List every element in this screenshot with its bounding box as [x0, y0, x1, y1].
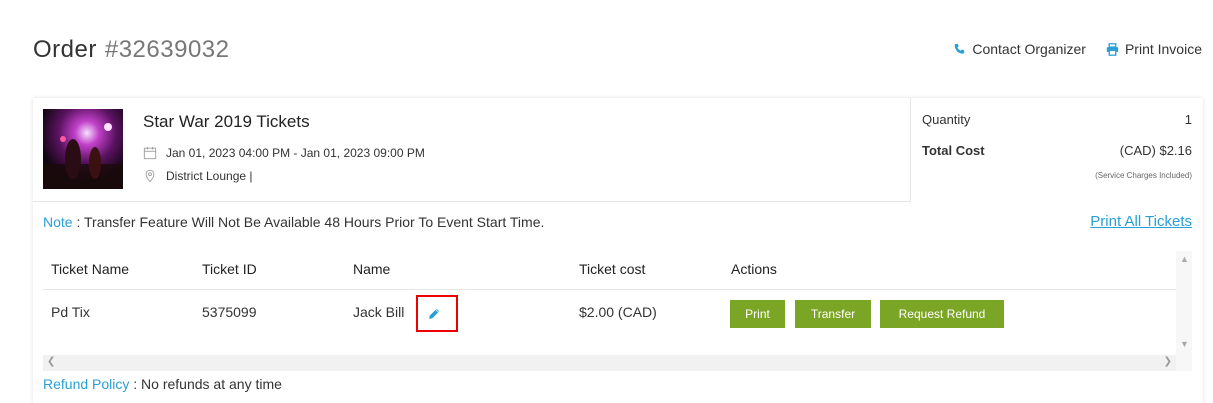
print-invoice-link[interactable]: Print Invoice	[1106, 41, 1202, 57]
calendar-icon	[143, 146, 157, 160]
event-datetime: Jan 01, 2023 04:00 PM - Jan 01, 2023 09:…	[143, 146, 425, 160]
quantity-label: Quantity	[922, 112, 971, 127]
header-actions: Contact Organizer Print Invoice	[953, 41, 1202, 57]
vertical-scrollbar[interactable]: ▲ ▼	[1176, 251, 1192, 371]
table-header: Ticket Name Ticket ID Name Ticket cost A…	[43, 251, 1176, 290]
refund-policy: Refund Policy : No refunds at any time	[43, 376, 282, 392]
quantity-row: Quantity 1	[922, 112, 1192, 127]
order-card: Star War 2019 Tickets Jan 01, 2023 04:00…	[33, 98, 1203, 403]
event-image	[43, 109, 123, 189]
event-title: Star War 2019 Tickets	[143, 112, 310, 131]
total-row: Total Cost (CAD) $2.16	[922, 143, 1192, 158]
column-header: Ticket cost	[579, 261, 646, 277]
column-header: Ticket ID	[202, 261, 257, 277]
note-label: Note	[43, 214, 73, 230]
phone-icon	[954, 43, 965, 54]
note-text: : Transfer Feature Will Not Be Available…	[72, 214, 545, 230]
event-datetime-text: Jan 01, 2023 04:00 PM - Jan 01, 2023 09:…	[166, 146, 425, 160]
refund-policy-text: : No refunds at any time	[129, 376, 282, 392]
ticket-name-cell: Pd Tix	[51, 304, 90, 320]
contact-organizer-link[interactable]: Contact Organizer	[953, 41, 1086, 57]
event-venue-text: District Lounge |	[166, 169, 253, 183]
tickets-table: Ticket Name Ticket ID Name Ticket cost A…	[43, 251, 1192, 371]
column-header: Ticket Name	[51, 261, 130, 277]
print-ticket-button[interactable]: Print	[730, 300, 785, 328]
scroll-right-icon[interactable]: ❯	[1164, 356, 1172, 367]
transfer-ticket-button[interactable]: Transfer	[795, 300, 871, 328]
attendee-name-cell: Jack Bill	[353, 304, 405, 320]
refund-policy-label[interactable]: Refund Policy	[43, 376, 129, 392]
page-title: Order #32639032	[33, 36, 230, 64]
contact-organizer-label: Contact Organizer	[972, 41, 1086, 57]
order-label: Order	[33, 36, 97, 63]
quantity-value: 1	[1184, 112, 1192, 127]
map-pin-icon	[145, 169, 155, 183]
ticket-cost-cell: $2.00 (CAD)	[579, 304, 657, 320]
scroll-down-icon[interactable]: ▼	[1180, 339, 1189, 349]
order-summary: Quantity 1 Total Cost (CAD) $2.16 (Servi…	[910, 98, 1203, 202]
transfer-note: Note : Transfer Feature Will Not Be Avai…	[43, 214, 544, 230]
horizontal-scrollbar[interactable]: ❮ ❯	[43, 355, 1176, 371]
total-label: Total Cost	[922, 143, 985, 158]
column-header: Name	[353, 261, 391, 277]
scroll-up-icon[interactable]: ▲	[1180, 254, 1189, 264]
edit-name-button[interactable]	[416, 295, 458, 332]
printer-icon	[1106, 42, 1119, 56]
column-header: Actions	[731, 261, 777, 277]
event-details: Star War 2019 Tickets Jan 01, 2023 04:00…	[33, 98, 1203, 202]
service-charges-note: (Service Charges Included)	[1095, 171, 1192, 180]
request-refund-button[interactable]: Request Refund	[880, 300, 1004, 328]
ticket-id-cell: 5375099	[202, 304, 257, 320]
scroll-left-icon[interactable]: ❮	[47, 356, 55, 367]
event-venue: District Lounge |	[143, 169, 253, 183]
order-number: #32639032	[104, 36, 230, 63]
print-all-tickets-link[interactable]: Print All Tickets	[1090, 213, 1192, 230]
table-row: Pd Tix 5375099 Jack Bill $2.00 (CAD) Pri…	[43, 291, 1176, 336]
total-value: (CAD) $2.16	[1119, 143, 1192, 158]
pencil-icon	[429, 308, 440, 319]
print-invoice-label: Print Invoice	[1124, 41, 1202, 57]
